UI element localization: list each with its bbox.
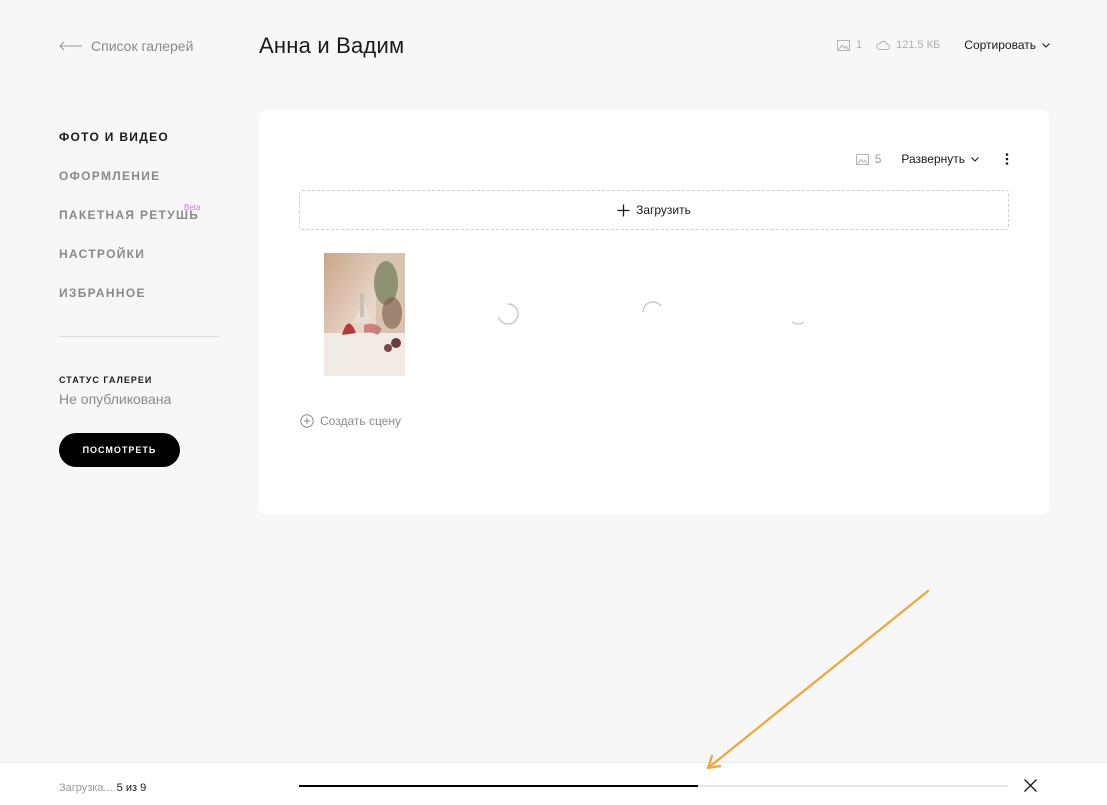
expand-dropdown[interactable]: Развернуть: [901, 152, 979, 166]
gallery-title: Анна и Вадим: [259, 33, 405, 58]
expand-dropdown-label: Развернуть: [901, 152, 965, 166]
beta-badge: Beta: [184, 203, 201, 212]
loading-spinner: [497, 303, 519, 325]
photo-count-value: 1: [855, 39, 863, 51]
arrow-left-icon: [59, 41, 82, 51]
create-scene-button[interactable]: Создать сцену: [300, 414, 401, 428]
sidebar-item-label: ПАКЕТНАЯ РЕТУШЬ: [59, 208, 200, 222]
plus-icon: [617, 204, 630, 216]
card-toolbar: 5 Развернуть: [855, 152, 1009, 166]
close-icon: [1024, 779, 1037, 792]
photo-image: [324, 253, 405, 376]
back-to-galleries-link[interactable]: Список галерей: [59, 38, 193, 54]
sidebar-divider: [59, 336, 219, 337]
upload-label: Загрузить: [636, 203, 691, 217]
loading-spinner: [642, 301, 662, 313]
gallery-status-label: СТАТУС ГАЛЕРЕИ: [59, 375, 153, 385]
sidebar-item-label: ИЗБРАННОЕ: [59, 286, 146, 300]
create-scene-label: Создать сцену: [320, 414, 401, 428]
image-icon: [836, 39, 850, 51]
view-gallery-button[interactable]: ПОСМОТРЕТЬ: [59, 433, 180, 467]
upload-progress-bar: Загрузка... 5 из 9: [0, 762, 1107, 805]
sidebar-item-batch-retouch[interactable]: ПАКЕТНАЯ РЕТУШЬ Beta: [59, 203, 219, 246]
sort-dropdown[interactable]: Сортировать: [964, 38, 1050, 52]
sidebar-item-label: НАСТРОЙКИ: [59, 247, 146, 261]
sidebar-item-settings[interactable]: НАСТРОЙКИ: [59, 246, 219, 285]
loading-spinner: [791, 321, 805, 325]
close-upload-button[interactable]: [1024, 779, 1037, 797]
upload-progress-count: 5 из 9: [116, 782, 147, 794]
gallery-status-value: Не опубликована: [59, 391, 172, 407]
progress-track: [299, 785, 1008, 787]
media-card: 5 Развернуть Загрузить Создать сцену: [259, 110, 1049, 515]
media-count: 5: [855, 152, 882, 166]
upload-dropzone[interactable]: Загрузить: [299, 190, 1009, 230]
photo-count: 1: [836, 39, 863, 51]
gallery-stats: 1 121.5 КБ Сортировать: [836, 38, 1050, 52]
photo-thumbnail[interactable]: [324, 253, 405, 376]
cloud-icon: [876, 40, 891, 50]
storage-size-value: 121.5 КБ: [896, 39, 941, 51]
more-vertical-icon: [1005, 153, 1009, 165]
sidebar-item-photos-videos[interactable]: ФОТО И ВИДЕО: [59, 129, 219, 168]
back-link-label: Список галерей: [91, 38, 194, 54]
sidebar: ФОТО И ВИДЕО ОФОРМЛЕНИЕ ПАКЕТНАЯ РЕТУШЬ …: [59, 129, 219, 467]
sidebar-item-label: ФОТО И ВИДЕО: [59, 130, 170, 144]
plus-circle-icon: [300, 414, 314, 428]
sidebar-item-label: ОФОРМЛЕНИЕ: [59, 169, 161, 183]
storage-size: 121.5 КБ: [876, 39, 940, 51]
chevron-down-icon: [971, 156, 979, 162]
sidebar-item-favorites[interactable]: ИЗБРАННОЕ: [59, 285, 219, 324]
more-options-button[interactable]: [1005, 153, 1009, 165]
progress-fill: [299, 785, 698, 787]
media-count-value: 5: [874, 152, 882, 166]
upload-progress-status: Загрузка... 5 из 9: [59, 782, 146, 794]
sort-dropdown-label: Сортировать: [964, 38, 1036, 52]
image-icon: [855, 153, 869, 165]
chevron-down-icon: [1042, 42, 1050, 48]
upload-progress-label: Загрузка...: [59, 782, 113, 794]
